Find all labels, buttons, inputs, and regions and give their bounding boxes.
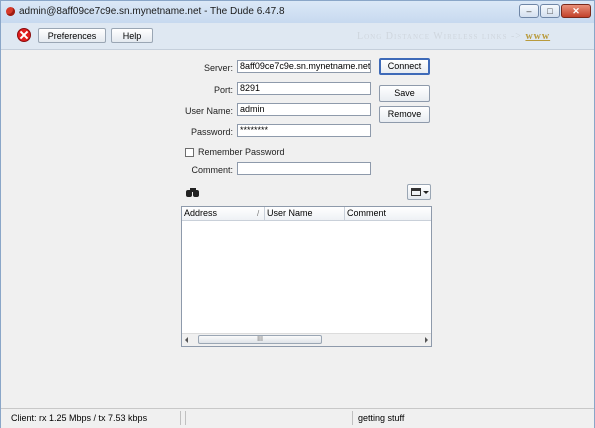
comment-label: Comment:: [191, 165, 233, 175]
remove-button[interactable]: Remove: [379, 106, 430, 123]
saved-logins-table[interactable]: Address / User Name Comment III: [181, 206, 432, 347]
scroll-left-arrow-icon[interactable]: [185, 337, 188, 343]
column-header-address-label: Address: [184, 208, 218, 218]
password-input[interactable]: ********: [237, 124, 371, 137]
status-middle-cell: [185, 411, 353, 425]
column-chooser-button[interactable]: [407, 184, 431, 200]
maximize-button[interactable]: □: [540, 4, 560, 18]
column-header-address[interactable]: Address /: [182, 207, 265, 220]
remember-password-label[interactable]: Remember Password: [198, 147, 285, 157]
username-label: User Name:: [184, 106, 233, 116]
minimize-button[interactable]: –: [519, 4, 539, 18]
sort-indicator: /: [257, 209, 260, 218]
username-input[interactable]: admin: [237, 103, 371, 116]
scroll-right-arrow-icon[interactable]: [425, 337, 428, 343]
port-input[interactable]: 8291: [237, 82, 371, 95]
column-header-user-name[interactable]: User Name: [265, 207, 345, 220]
save-button[interactable]: Save: [379, 85, 430, 102]
connect-button[interactable]: Connect: [379, 58, 430, 75]
horizontal-scrollbar[interactable]: III: [182, 333, 431, 346]
minimize-icon: –: [526, 6, 532, 16]
ad-banner[interactable]: Long Distance Wireless links -> www: [357, 31, 550, 42]
server-label: Server:: [203, 63, 233, 73]
dude-app-icon: [6, 7, 15, 16]
comment-input[interactable]: [237, 162, 371, 175]
remember-password-checkbox[interactable]: [185, 148, 194, 157]
dude-login-window: admin@8aff09ce7c9e.sn.mynetname.net - Th…: [0, 0, 595, 428]
server-input[interactable]: 8aff09ce7c9e.sn.mynetname.net: [237, 60, 371, 73]
column-header-comment[interactable]: Comment: [345, 207, 431, 220]
port-label: Port:: [213, 85, 233, 95]
stop-icon[interactable]: [17, 28, 31, 42]
scroll-thumb[interactable]: III: [198, 335, 322, 344]
banner-link[interactable]: www: [525, 31, 550, 42]
banner-text: Long Distance Wireless links ->: [357, 31, 526, 42]
close-icon: ✕: [572, 6, 580, 16]
chevron-down-icon: [423, 191, 429, 194]
maximize-icon: □: [547, 6, 553, 16]
status-message: getting stuff: [358, 413, 405, 423]
table-header: Address / User Name Comment: [182, 207, 431, 221]
column-chooser-icon: [411, 188, 421, 196]
binoculars-icon[interactable]: [186, 188, 200, 198]
status-client-throughput: Client: rx 1.25 Mbps / tx 7.53 kbps: [9, 411, 181, 425]
toolbar: Preferences Help Long Distance Wireless …: [1, 23, 594, 50]
password-label: Password:: [190, 127, 233, 137]
help-button[interactable]: Help: [111, 28, 153, 43]
window-title: admin@8aff09ce7c9e.sn.mynetname.net - Th…: [19, 6, 285, 17]
close-button[interactable]: ✕: [561, 4, 591, 18]
status-bar: Client: rx 1.25 Mbps / tx 7.53 kbps gett…: [1, 408, 594, 428]
preferences-button[interactable]: Preferences: [38, 28, 106, 43]
title-bar[interactable]: admin@8aff09ce7c9e.sn.mynetname.net - Th…: [1, 1, 594, 23]
